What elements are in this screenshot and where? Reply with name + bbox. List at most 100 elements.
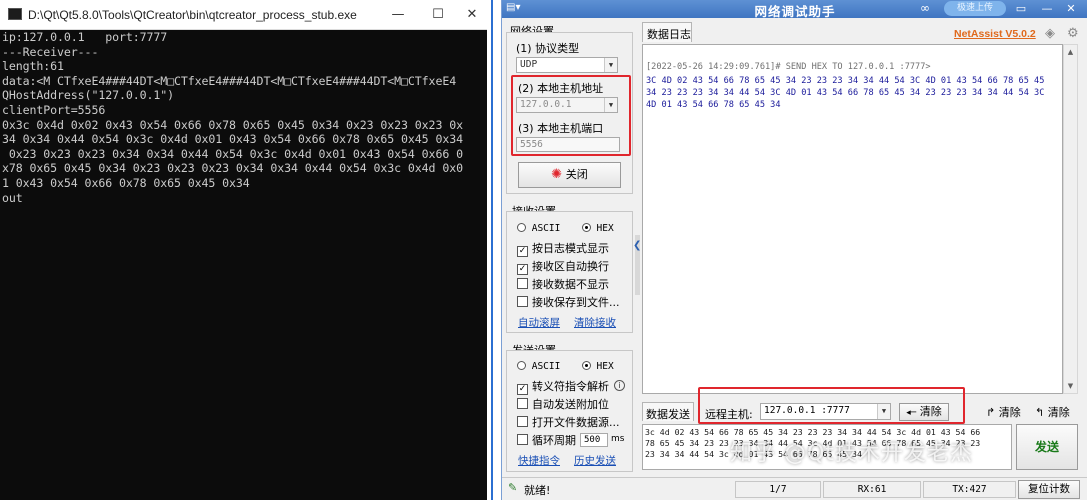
netassist-titlebar: ▤▾ 网络调试助手 ∞ 极速上传 ▭ — ✕: [502, 0, 1087, 19]
log-hex-line: 4D 01 43 54 66 78 65 45 34: [646, 100, 781, 110]
reset-count-button[interactable]: 复位计数: [1018, 480, 1080, 499]
status-ready: 就绪!: [524, 484, 551, 497]
clear-log-label: 清除: [998, 406, 1021, 419]
diamond-icon[interactable]: ◈: [1045, 26, 1055, 41]
option-row[interactable]: 打开文件数据源...: [517, 414, 620, 429]
option-label: 接收保存到文件...: [532, 296, 620, 309]
option-row[interactable]: 自动发送附加位: [517, 396, 609, 411]
send-button[interactable]: 发送: [1016, 424, 1078, 470]
send-format-radios: ASCII HEX: [517, 361, 614, 375]
option-checkbox[interactable]: [517, 398, 528, 409]
protocol-label: (1) 协议类型: [516, 42, 580, 55]
console-line: ---Receiver---: [2, 44, 99, 59]
close-icon[interactable]: ✕: [1062, 1, 1080, 17]
option-row[interactable]: ✓ 按日志模式显示: [517, 240, 609, 257]
log-hex-line: 34 23 23 23 34 34 44 54 3C 4D 01 43 54 6…: [646, 88, 1045, 98]
info-icon[interactable]: i: [614, 380, 625, 391]
minimize-icon[interactable]: ▭: [1012, 1, 1030, 17]
send-hex-label: HEX: [596, 361, 614, 372]
clear-send-button[interactable]: ↰ 清除: [1035, 404, 1070, 420]
option-label: 按日志模式显示: [532, 242, 609, 255]
cycle-unit: ms: [611, 434, 625, 444]
send-hex-radio[interactable]: [581, 361, 591, 370]
history-send-link[interactable]: 历史发送: [574, 453, 616, 468]
scroll-down-icon[interactable]: ▼: [1064, 379, 1077, 393]
ready-icon: ✎: [508, 481, 518, 494]
console-line: ip:127.0.0.1 port:7777: [2, 30, 168, 44]
console-line: length:61: [2, 59, 64, 74]
tab-data-log[interactable]: 数据日志: [642, 22, 692, 42]
option-row[interactable]: 循环周期: [517, 432, 576, 447]
status-rx: RX:61: [823, 481, 921, 498]
console-titlebar: D:\Qt\Qt5.8.0\Tools\QtCreator\bin\qtcrea…: [0, 0, 487, 30]
option-checkbox[interactable]: ✓: [517, 384, 528, 395]
option-row[interactable]: 接收保存到文件...: [517, 294, 620, 309]
maximize-button[interactable]: ☐: [428, 5, 448, 25]
option-label: 循环周期: [532, 434, 576, 447]
close-connection-label: 关闭: [565, 168, 588, 181]
option-row[interactable]: 接收数据不显示: [517, 276, 609, 291]
option-label: 打开文件数据源...: [532, 416, 620, 429]
console-line: 1 0x43 0x54 0x66 0x78 0x65 0x45 0x34: [2, 175, 250, 190]
chevron-down-icon: ▼: [604, 58, 617, 72]
cloud-icon: ∞: [920, 1, 930, 15]
window-gap: [487, 0, 501, 500]
clear-send-icon: ↰: [1035, 406, 1045, 419]
option-checkbox[interactable]: ✓: [517, 264, 528, 275]
clear-send-label: 清除: [1047, 406, 1070, 419]
console-output: ip:127.0.0.1 port:7777 ---Receiver--- leng…: [2, 30, 485, 496]
console-line: 0x23 0x23 0x23 0x34 0x34 0x44 0x54 0x3c …: [2, 146, 463, 161]
log-area[interactable]: [2022-05-26 14:29:09.761]# SEND HEX TO 1…: [642, 44, 1063, 394]
status-tx: TX:427: [923, 481, 1016, 498]
brand-link[interactable]: NetAssist V5.0.2: [954, 28, 1036, 40]
console-app-icon: [8, 8, 22, 20]
option-checkbox[interactable]: [517, 434, 528, 445]
option-checkbox[interactable]: [517, 296, 528, 307]
receive-hex-label: HEX: [596, 223, 614, 234]
option-label: 接收区自动换行: [532, 260, 609, 273]
highlight-box-remote-host: [698, 387, 965, 424]
tab-data-send[interactable]: 数据发送: [642, 402, 694, 421]
option-row[interactable]: ✓ 转义符指令解析: [517, 378, 609, 395]
console-line: QHostAddress("127.0.0.1"): [2, 88, 175, 103]
shortcut-commands-link[interactable]: 快捷指令: [518, 453, 560, 468]
option-checkbox[interactable]: [517, 278, 528, 289]
option-checkbox[interactable]: [517, 416, 528, 427]
console-line: 34 0x34 0x44 0x54 0x3c 0x4d 0x01 0x43 0x…: [2, 132, 463, 147]
protocol-select[interactable]: UDP ▼: [516, 57, 618, 73]
status-bar: ✎ 就绪! 1/7 RX:61 TX:427 复位计数: [502, 477, 1087, 500]
close-connection-button[interactable]: ✺ 关闭: [518, 162, 621, 188]
netassist-window: ▤▾ 网络调试助手 ∞ 极速上传 ▭ — ✕ 网络设置 (1) 协议类型 UDP…: [501, 0, 1087, 500]
console-line: clientPort=5556: [2, 102, 106, 117]
close-button[interactable]: ✕: [462, 5, 482, 25]
auto-scroll-link[interactable]: 自动滚屏: [518, 315, 560, 330]
log-hex-line: 3C 4D 02 43 54 66 78 65 45 34 23 23 23 3…: [646, 76, 1045, 86]
receive-ascii-radio[interactable]: [517, 223, 526, 232]
minimize-button[interactable]: —: [388, 5, 408, 25]
option-label: 转义符指令解析: [532, 380, 609, 393]
receive-format-radios: ASCII HEX: [517, 223, 614, 237]
option-checkbox[interactable]: ✓: [517, 246, 528, 257]
send-ascii-radio[interactable]: [517, 361, 526, 370]
option-row[interactable]: ✓ 接收区自动换行: [517, 258, 609, 275]
power-icon: ✺: [551, 167, 563, 182]
receive-hex-radio[interactable]: [581, 223, 591, 232]
console-title: D:\Qt\Qt5.8.0\Tools\QtCreator\bin\qtcrea…: [28, 8, 357, 22]
restore-icon[interactable]: —: [1038, 1, 1056, 17]
settings-icon[interactable]: ⚙: [1067, 26, 1079, 41]
option-label: 接收数据不显示: [532, 278, 609, 291]
highlight-box-local-host: [511, 75, 631, 156]
tab-data-log-label: 数据日志: [647, 28, 691, 41]
clear-log-button[interactable]: ↱ 清除: [986, 404, 1021, 420]
upload-button[interactable]: 极速上传: [944, 1, 1006, 16]
cycle-period-field[interactable]: 500: [580, 433, 608, 447]
option-label: 自动发送附加位: [532, 398, 609, 411]
collapse-arrow-icon[interactable]: ❮: [633, 240, 641, 251]
clear-receive-link[interactable]: 清除接收: [574, 315, 616, 330]
send-ascii-label: ASCII: [531, 361, 561, 372]
console-line: 0x3c 0x4d 0x02 0x43 0x54 0x66 0x78 0x65 …: [2, 117, 463, 132]
console-line: x78 0x65 0x45 0x34 0x23 0x23 0x23 0x34 0…: [2, 161, 463, 176]
protocol-value: UDP: [520, 59, 538, 70]
scroll-up-icon[interactable]: ▲: [1064, 45, 1077, 59]
log-scrollbar[interactable]: ▲ ▼: [1063, 44, 1078, 394]
